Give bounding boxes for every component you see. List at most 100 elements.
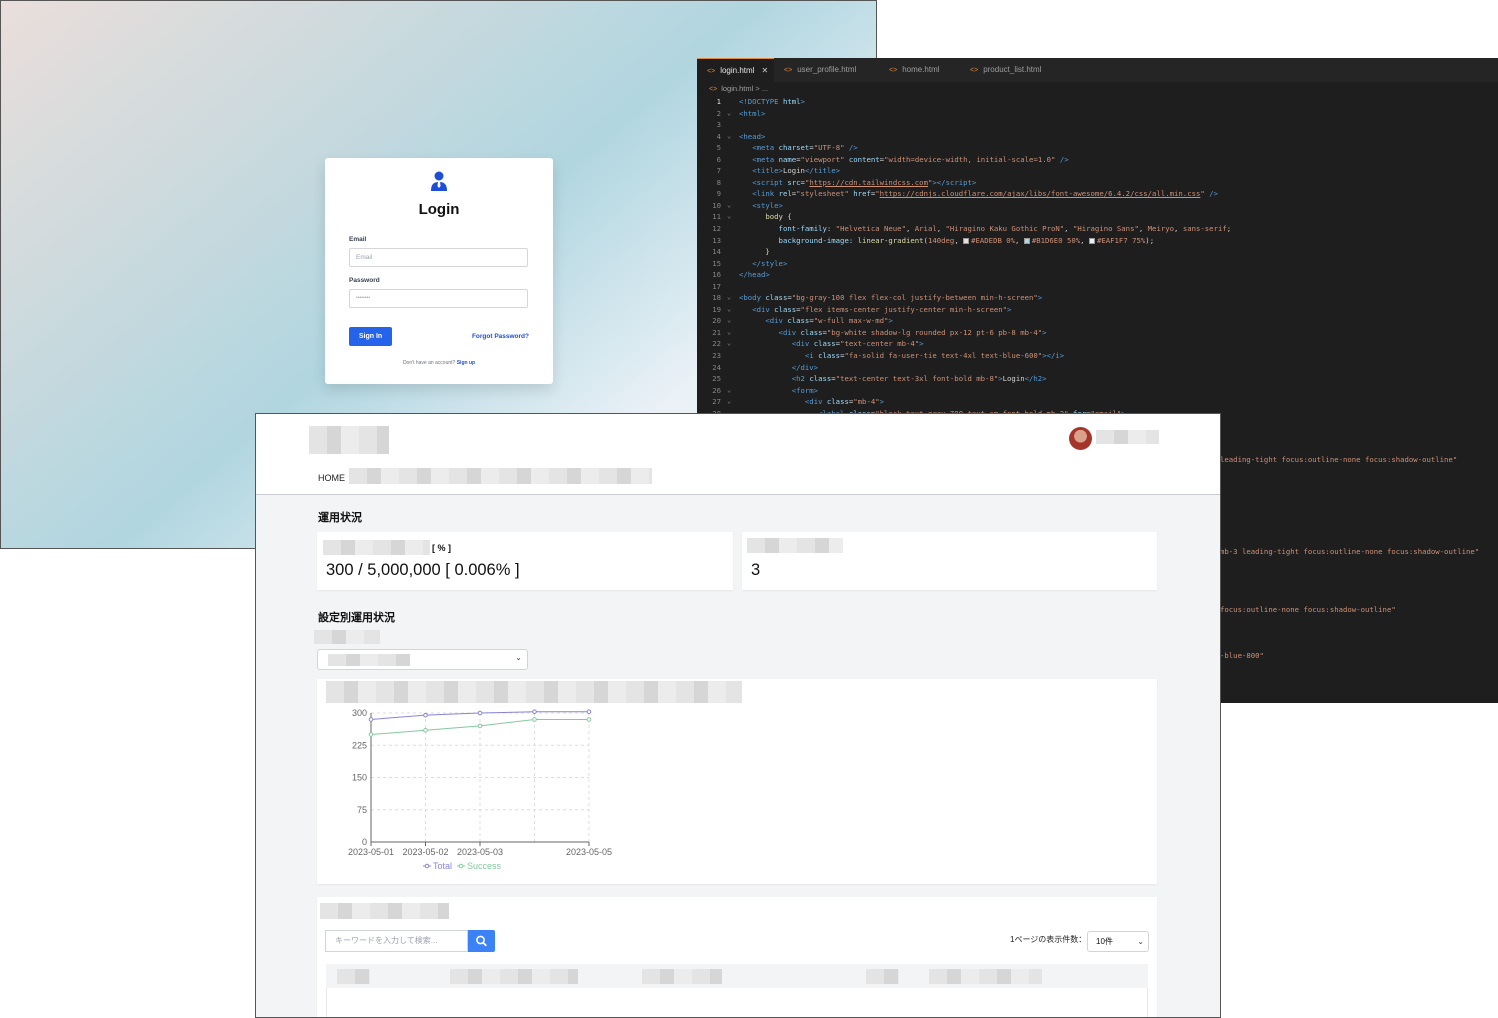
code-line: 3 [716,120,721,130]
data-point-success [477,723,483,729]
code-line: 21 ⌄ <div class="bg-white shadow-lg round… [712,327,1047,337]
breadcrumb-home[interactable]: HOME [318,473,345,483]
code-line: 19 ⌄ <div class="flex items-center justif… [712,304,1012,314]
legend-marker [424,863,430,869]
code-line: 12 font-family: "Helvetica Neue", Arial,… [712,224,1232,234]
code-line: 27 ⌄ <div class="mb-4"> [712,397,885,407]
data-point-success [586,717,592,722]
html-file-icon: <> [707,68,716,75]
forgot-password-link[interactable]: Forgot Password? [472,333,529,340]
stat-value: 300 / 5,000,000 [ 0.006% ] [326,561,520,579]
code-line: 8 <script src="https://cdn.tailwindcss.c… [716,177,977,187]
legend-label-success: Success [467,861,502,871]
code-line: 16 </head> [712,270,770,280]
code-line: 5 <meta charset="UTF-8" /> [716,143,858,153]
per-page-label: 1ページの表示件数： [1010,935,1087,944]
table-header-cell [642,969,722,984]
app-logo[interactable] [309,426,389,454]
data-point-total [423,712,428,718]
legend-label-total: Total [433,861,452,871]
stat-title [323,540,430,555]
table-body [326,988,1148,1017]
breadcrumb-path [349,468,652,484]
table-title [320,903,449,919]
tab-user-profile-html[interactable]: <> user_profile.html [774,58,877,82]
password-field[interactable]: •••••••• [349,289,528,308]
stat-value: 3 [751,561,761,579]
data-point-success [532,717,537,722]
code-line: 6 <meta name="viewport" content="width=d… [716,154,1069,164]
html-file-icon: <> [709,86,718,93]
dashboard-window: HOME 運用状況 [ % ] 300 / 5,000,000 [ 0.006%… [255,413,1221,1018]
login-card: Login Email Email Password •••••••• Sign… [325,158,553,384]
x-tick-label: 2023-05-03 [457,847,503,857]
code-area[interactable]: 1 <!DOCTYPE html> 2 ⌄ <html> 3 4 ⌄ <head> 5 <… [697,96,1498,419]
section-title-status: 運用状況 [318,512,362,524]
tab-product-list-html[interactable]: <> product_list.html [960,58,1060,82]
code-line: 17 [712,281,721,291]
code-line: 23 <i class="fa-solid fa-user-tie text-4… [712,351,1065,361]
table-header-cell [866,969,899,984]
y-tick-label: 300 [352,708,367,718]
tab-label: home.html [902,65,940,74]
signup-prompt: Don't have an account? Sign up [325,360,553,366]
code-line: 18 ⌄ <body class="bg-gray-100 flex flex-co… [712,293,1043,303]
code-line: 20 ⌄ <div class="w-full max-w-md"> [712,316,893,326]
code-line: 9 <link rel="stylesheet" href="https://c… [716,189,1218,199]
chevron-down-icon: ⌄ [1137,937,1144,946]
code-overflow-fragment: -blue-800" [1220,651,1264,660]
table-header-cell [450,969,578,984]
data-point-total [477,710,483,716]
user-name [1096,430,1159,444]
stat-card-usage: [ % ] 300 / 5,000,000 [ 0.006% ] [317,532,733,590]
code-line: 4 ⌄ <head> [716,131,766,141]
data-point-total [586,709,592,715]
per-page-value: 10件 [1096,937,1113,946]
y-tick-label: 150 [352,773,367,783]
setting-select[interactable]: ⌄ [317,649,528,670]
x-tick-label: 2023-05-02 [402,847,448,857]
stat-unit: [ % ] [432,543,451,553]
code-overflow-fragment: focus:outline-none focus:shadow-outline" [1220,605,1396,614]
email-field[interactable]: Email [349,248,528,267]
code-line: 22 ⌄ <div class="text-center mb-4"> [712,339,924,349]
legend-marker [458,863,464,869]
signup-prompt-text: Don't have an account? [402,360,456,366]
code-overflow-fragment: mb-3 leading-tight focus:outline-none fo… [1220,547,1480,556]
sign-in-button[interactable]: Sign In [349,327,392,346]
table-card: キーワードを入力して検索... 1ページの表示件数： 10件 ⌄ [317,897,1157,1017]
chevron-down-icon: ⌄ [515,653,522,662]
chart-card: 0 75 150 225 300 2023-05-01 2023-05-02 2023-05-… [317,679,1157,884]
per-page-select[interactable]: 10件 ⌄ [1087,931,1149,952]
avatar[interactable] [1069,427,1092,450]
section-title-by-setting: 設定別運用状況 [318,612,395,624]
password-label: Password [349,277,380,284]
table-header-cell [337,969,370,984]
data-point-total [532,709,537,715]
search-button[interactable] [468,930,495,952]
code-overflow-fragment: leading-tight focus:outline-none focus:s… [1220,455,1458,464]
setting-select-value [328,654,410,666]
email-label: Email [349,236,367,243]
x-tick-label: 2023-05-01 [348,847,394,857]
tab-label: login.html [720,66,755,75]
code-line: 1 <!DOCTYPE html> [716,97,805,106]
signup-link[interactable]: Sign up [457,360,475,366]
search-input[interactable]: キーワードを入力して検索... [325,930,468,952]
tab-label: product_list.html [983,65,1042,74]
code-line: 7 <title>Login</title> [716,166,841,176]
code-line: 25 <h2 class="text-center text-3xl font-… [712,374,1047,384]
code-line: 26 ⌄ <form> [712,385,819,395]
data-point-success [423,727,428,733]
tab-login-html[interactable]: <> login.html ✕ [697,58,774,82]
user-tie-icon [431,171,447,191]
html-file-icon: <> [970,67,979,74]
code-line: 11 ⌄ body { [712,212,792,222]
html-file-icon: <> [889,67,898,74]
close-icon[interactable]: ✕ [761,66,768,75]
screenshot-collage: Login Email Email Password •••••••• Sign… [0,0,1498,1018]
y-tick-label: 225 [352,740,367,750]
line-chart: 0 75 150 225 300 2023-05-01 2023-05-02 2023-05-… [348,708,612,871]
tab-home-html[interactable]: <> home.html [879,58,959,82]
data-point-total [368,717,374,722]
